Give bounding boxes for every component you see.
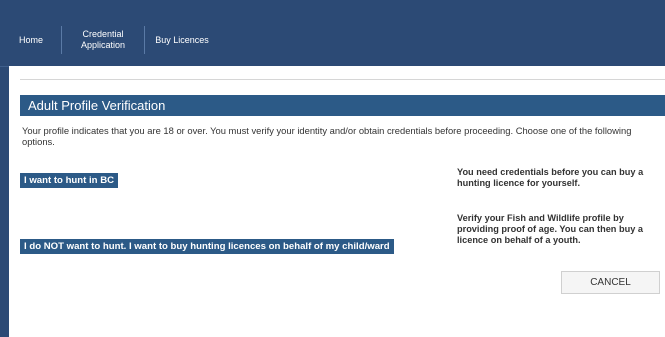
main-content: Adult Profile Verification Your profile … <box>9 66 665 337</box>
nav-divider <box>144 26 145 54</box>
nav-credential-application-link[interactable]: Credential Application <box>68 14 138 66</box>
intro-text: Your profile indicates that you are 18 o… <box>22 125 632 147</box>
window-top-strip <box>0 0 665 14</box>
hunt-in-bc-button[interactable]: I want to hunt in BC <box>20 173 119 188</box>
top-navigation: Home Credential Application Buy Licences <box>0 14 665 67</box>
nav-credential-line2: Application <box>80 40 126 50</box>
buy-on-behalf-of-child-button[interactable]: I do NOT want to hunt. I want to buy hun… <box>20 239 394 254</box>
nav-credential-line1: Credential <box>82 29 124 39</box>
hunt-in-bc-description: You need credentials before you can buy … <box>457 167 644 188</box>
panel-title: Adult Profile Verification <box>20 95 665 116</box>
nav-home-label: Home <box>18 34 43 45</box>
nav-divider <box>61 26 62 54</box>
nav-buy-licences-label: Buy Licences <box>155 34 209 45</box>
cancel-button[interactable]: CANCEL <box>561 271 660 294</box>
divider <box>20 79 665 80</box>
nav-credential-application-label: Credential Application <box>81 29 125 51</box>
nav-buy-licences-link[interactable]: Buy Licences <box>152 14 212 66</box>
buy-on-behalf-description: Verify your Fish and Wildlife profile by… <box>457 213 643 245</box>
nav-home-link[interactable]: Home <box>10 14 52 66</box>
